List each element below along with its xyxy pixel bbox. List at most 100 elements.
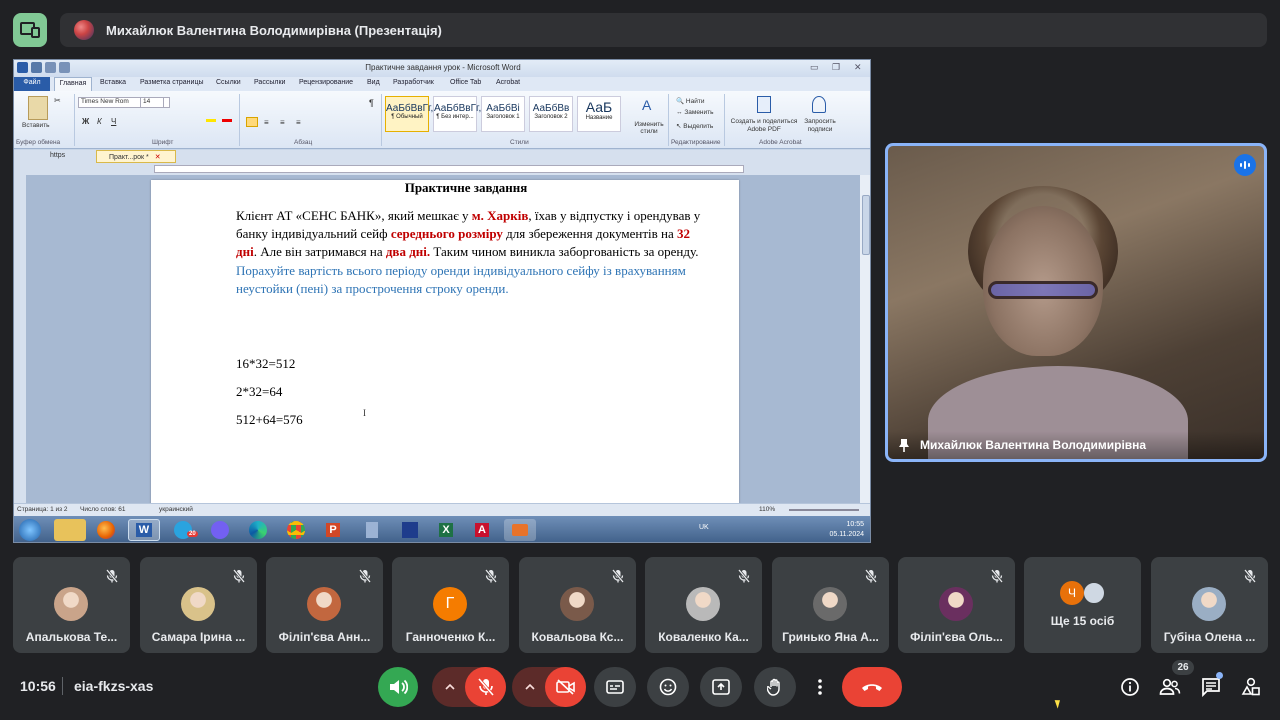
justify-icon[interactable]: ≡ <box>296 118 301 127</box>
participant-tile[interactable]: Губіна Олена ... <box>1151 557 1268 653</box>
tab-references[interactable]: Ссылки <box>216 79 241 86</box>
divider <box>381 94 382 146</box>
doc-tab-active[interactable]: Практ...рок * ✕ <box>96 150 176 163</box>
pin-icon[interactable] <box>898 438 910 452</box>
calculator-icon[interactable] <box>356 519 388 541</box>
screen-share-icon[interactable] <box>504 519 536 541</box>
meeting-details-button[interactable] <box>1115 672 1145 702</box>
zoom-level[interactable]: 110% <box>759 506 775 513</box>
tab-file[interactable]: Файл <box>14 77 50 91</box>
chrome-icon[interactable] <box>280 519 312 541</box>
style-normal[interactable]: АаБбВвГг, ¶ Обычный <box>385 96 433 132</box>
close-tab-icon[interactable]: ✕ <box>155 154 161 161</box>
firefox-icon[interactable] <box>90 519 122 541</box>
acrobat-icon[interactable]: A <box>466 519 498 541</box>
tab-acrobat[interactable]: Acrobat <box>496 79 520 86</box>
participant-tile[interactable]: Апалькова Те... <box>13 557 130 653</box>
chat-button[interactable] <box>1196 672 1226 702</box>
tab-insert[interactable]: Вставка <box>100 79 126 86</box>
paste-icon[interactable] <box>28 96 48 120</box>
system-clock[interactable]: 10:55 05.11.2024 <box>829 520 864 540</box>
zoom-slider[interactable] <box>789 509 859 511</box>
edge-icon[interactable] <box>242 519 274 541</box>
find-button[interactable]: 🔍 Найти <box>676 97 704 105</box>
font-size-select[interactable]: 14 <box>140 97 164 108</box>
tab-home[interactable]: Главная <box>54 77 92 91</box>
page-count[interactable]: Страница: 1 из 2 <box>17 506 68 513</box>
presenter-pill[interactable]: Михайлюк Валентина Володимирівна (Презен… <box>60 13 1267 47</box>
start-button[interactable] <box>19 519 41 541</box>
align-right-icon[interactable]: ≡ <box>280 118 285 127</box>
participant-tile[interactable]: Філіп'єва Анн... <box>266 557 383 653</box>
style-heading-2[interactable]: АаБбВв Заголовок 2 <box>529 96 573 132</box>
participant-tile[interactable]: Коваленко Ка... <box>645 557 762 653</box>
tab-office-tab[interactable]: Office Tab <box>450 79 481 86</box>
underline-button[interactable]: Ч <box>111 117 116 126</box>
language-status[interactable]: украинский <box>159 506 193 513</box>
vertical-scrollbar[interactable] <box>860 175 870 503</box>
participant-tile[interactable]: Г Ганноченко К... <box>392 557 509 653</box>
cut-icon[interactable]: ✂ <box>54 96 61 105</box>
viber-icon[interactable] <box>204 519 236 541</box>
participant-tile[interactable]: Філіп'єва Оль... <box>898 557 1015 653</box>
captions-button[interactable] <box>594 667 636 707</box>
present-now-button[interactable] <box>700 667 742 707</box>
tab-page-layout[interactable]: Разметка страницы <box>140 79 204 86</box>
minimize-icon[interactable]: ▭ <box>810 62 819 73</box>
tab-developer[interactable]: Разработчик <box>393 79 434 86</box>
excel-icon[interactable]: X <box>430 519 462 541</box>
highlight-color-icon[interactable] <box>206 119 216 122</box>
doc-tab-https[interactable]: https <box>50 152 65 159</box>
font-color-icon[interactable] <box>222 119 232 122</box>
raise-hand-button[interactable] <box>754 667 796 707</box>
style-title[interactable]: АаБ Название <box>577 96 621 132</box>
speaker-tile[interactable]: Михайлюк Валентина Володимирівна <box>885 143 1267 462</box>
tab-review[interactable]: Рецензирование <box>299 79 353 86</box>
people-button[interactable] <box>1155 672 1185 702</box>
mic-toggle-button[interactable] <box>465 667 506 707</box>
activities-button[interactable] <box>1236 672 1266 702</box>
reactions-button[interactable] <box>647 667 689 707</box>
participant-tile[interactable]: Гринько Яна А... <box>772 557 889 653</box>
italic-button[interactable]: К <box>97 117 102 126</box>
word-taskbar-icon[interactable]: W <box>128 519 160 541</box>
more-options-button[interactable] <box>808 667 832 707</box>
select-button[interactable]: ↖ Выделить <box>676 122 713 130</box>
align-center-icon[interactable]: ≡ <box>264 118 269 127</box>
signature-icon <box>812 96 826 113</box>
speaking-indicator-icon <box>1234 154 1256 176</box>
powerpoint-icon[interactable]: P <box>317 519 349 541</box>
keyboard-language[interactable]: UK <box>699 524 709 531</box>
style-no-spacing[interactable]: АаБбВвГг, ¶ Без интер... <box>433 96 481 132</box>
participant-tile[interactable]: Ч Ще 15 осіб <box>1024 557 1141 653</box>
speaker-output-button[interactable] <box>378 667 418 707</box>
request-signatures-button[interactable]: Запросить подписи <box>802 118 838 134</box>
camera-options-button[interactable] <box>512 667 548 707</box>
telegram-icon[interactable]: 20 <box>167 519 199 541</box>
tab-view[interactable]: Вид <box>367 79 380 86</box>
paste-label[interactable]: Вставить <box>22 122 50 129</box>
ruler-strip[interactable] <box>154 165 744 173</box>
bold-button[interactable]: Ж <box>82 117 89 126</box>
mic-options-button[interactable] <box>432 667 468 707</box>
pilcrow-icon[interactable]: ¶ <box>369 98 374 108</box>
word-count[interactable]: Число слов: 61 <box>80 506 126 513</box>
replace-button[interactable]: ↔ Заменить <box>676 109 714 116</box>
explorer-icon[interactable] <box>54 519 86 541</box>
align-left-button[interactable] <box>246 117 258 127</box>
document-page[interactable]: Практичне завдання Клієнт АТ «СЕНС БАНК»… <box>151 180 739 510</box>
camera-toggle-button[interactable] <box>545 667 586 707</box>
style-heading-1[interactable]: АаБбВі Заголовок 1 <box>481 96 525 132</box>
participant-tile[interactable]: Ковальова Кс... <box>519 557 636 653</box>
scroll-thumb[interactable] <box>862 195 870 255</box>
change-styles-button[interactable]: Изменить стили <box>633 121 665 135</box>
create-pdf-button[interactable]: Создать и поделиться Adobe PDF <box>728 118 800 134</box>
present-layout-button[interactable] <box>13 13 47 47</box>
tab-mailings[interactable]: Рассылки <box>254 79 285 86</box>
maximize-icon[interactable]: ❐ <box>832 62 840 73</box>
horizontal-ruler <box>14 163 870 175</box>
participant-tile[interactable]: Самара Ірина ... <box>140 557 257 653</box>
close-icon[interactable]: ✕ <box>854 62 862 73</box>
files-icon[interactable] <box>394 519 426 541</box>
leave-call-button[interactable] <box>842 667 902 707</box>
